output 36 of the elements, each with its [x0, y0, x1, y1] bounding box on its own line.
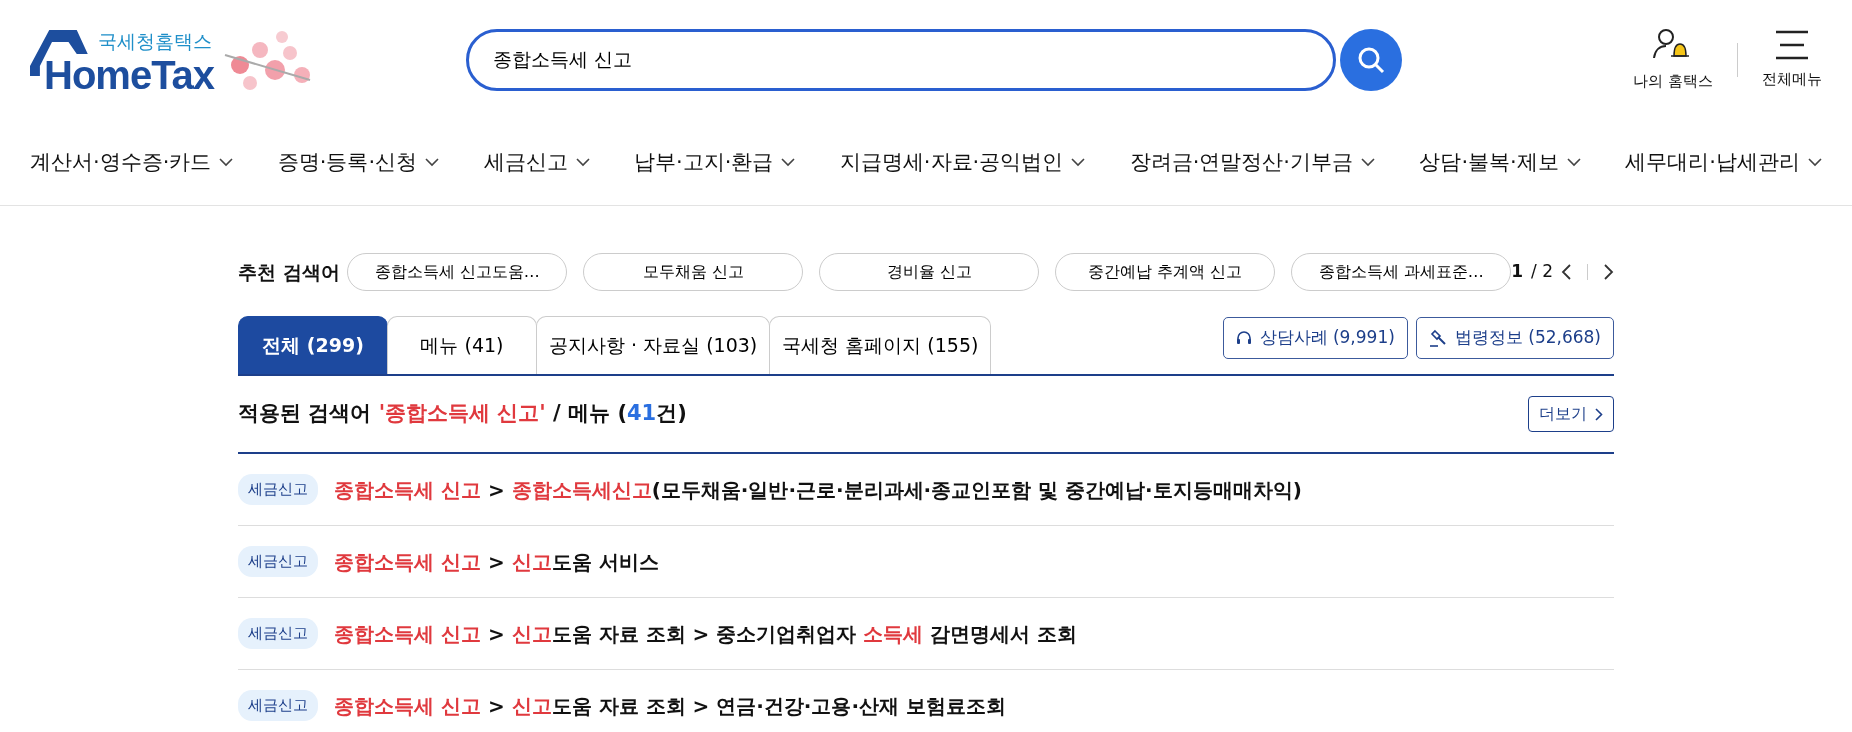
nav-menu-item[interactable]: 세금신고	[483, 146, 590, 179]
tab[interactable]: 국세청 홈페이지 (155)	[769, 316, 992, 374]
tab[interactable]: 전체 (299)	[238, 316, 388, 374]
more-button[interactable]: 더보기	[1528, 396, 1614, 432]
suggestion-chip[interactable]: 종합소득세 과세표준…	[1291, 253, 1512, 291]
page-total: / 2	[1531, 260, 1553, 284]
logo-title: HomeTax	[44, 55, 216, 95]
nav-menu-item[interactable]: 증명·등록·신청	[277, 146, 440, 179]
suggestion-chip[interactable]: 중간예납 추계액 신고	[1055, 253, 1276, 291]
category-tag: 세금신고	[238, 474, 318, 505]
suggestion-chip[interactable]: 경비율 신고	[819, 253, 1040, 291]
suggestion-chip[interactable]: 모두채움 신고	[583, 253, 804, 291]
nav-menu-item[interactable]: 납부·고지·환급	[634, 146, 796, 179]
result-link[interactable]: 종합소득세 신고 > 신고도움 서비스	[334, 546, 659, 577]
all-menu-link[interactable]: 전체메뉴	[1762, 67, 1822, 91]
result-link[interactable]: 종합소득세 신고 > 신고도움 자료 조회 > 연금·건강·고용·산재 보험료조회	[334, 690, 1007, 721]
page-current: 1	[1511, 260, 1524, 284]
result-link[interactable]: 종합소득세 신고 > 신고도움 자료 조회 > 중소기업취업자 소득세 감면명세서 조회	[334, 618, 1078, 649]
suggestion-chip[interactable]: 종합소득세 신고도움…	[347, 253, 568, 291]
nav-menu-item[interactable]: 상담·불복·제보	[1419, 146, 1581, 179]
nav-menu-item[interactable]: 계산서·영수증·카드	[30, 146, 234, 179]
nav-menu-item[interactable]: 지급명세·자료·공익법인	[839, 146, 1086, 179]
category-tag: 세금신고	[238, 690, 318, 721]
result-link[interactable]: 종합소득세 신고 > 종합소득세신고(모두채움·일반·근로·분리과세·종교인포함 및 중간예납·토지등매매차익)	[334, 474, 1302, 505]
side-button[interactable]: 법령정보 (52,668)	[1415, 317, 1614, 359]
nav-menu-item[interactable]: 장려금·연말정산·기부금	[1129, 146, 1375, 179]
result-heading: 적용된 검색어 '종합소득세 신고' / 메뉴 (41건)	[238, 400, 687, 428]
nav-menu-item[interactable]: 세무대리·납세관리	[1625, 146, 1822, 179]
category-tag: 세금신고	[238, 618, 318, 649]
search-field[interactable]: 종합소득세 신고	[466, 29, 1336, 91]
my-hometax-link[interactable]: 나의 홈택스	[1633, 69, 1713, 93]
side-button[interactable]: 상담사례 (9,991)	[1222, 317, 1408, 359]
category-tag: 세금신고	[238, 546, 318, 577]
logo-subtitle: 국세청홈택스	[98, 32, 212, 51]
suggestion-label: 추천 검색어	[238, 259, 341, 285]
tab[interactable]: 메뉴 (41)	[387, 316, 537, 374]
